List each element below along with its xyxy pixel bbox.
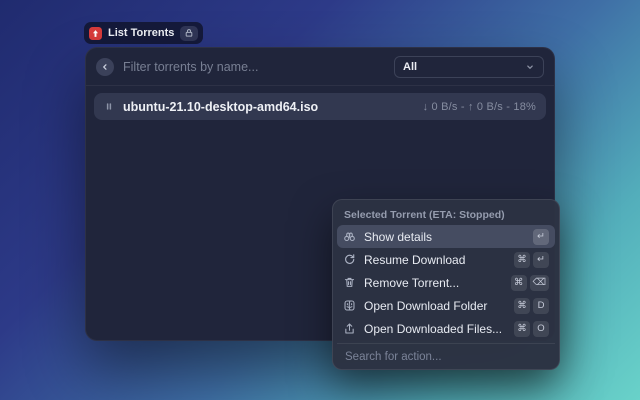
finder-icon [343, 299, 356, 312]
divider [86, 85, 554, 86]
trash-icon [343, 276, 356, 289]
action-open-downloaded-files[interactable]: Open Downloaded Files... ⌘ O [337, 317, 555, 340]
lock-icon [180, 25, 199, 41]
upload-icon [343, 322, 356, 335]
action-label: Open Download Folder [364, 298, 488, 313]
filter-input[interactable] [123, 60, 385, 74]
action-label: Open Downloaded Files... [364, 321, 503, 336]
key-cmd: ⌘ [514, 320, 530, 337]
transmission-icon [89, 26, 102, 40]
key-o: O [533, 320, 549, 337]
torrent-title: ubuntu-21.10-desktop-amd64.iso [123, 99, 319, 114]
action-remove-torrent[interactable]: Remove Torrent... ⌘ ⌫ [337, 271, 555, 294]
chevron-left-icon [103, 64, 107, 70]
key-cmd: ⌘ [514, 297, 530, 314]
command-chip[interactable]: List Torrents [84, 22, 204, 44]
key-return: ↵ [533, 251, 549, 268]
filter-dropdown[interactable]: All [394, 56, 544, 78]
back-button[interactable] [96, 58, 114, 76]
key-d: D [533, 297, 549, 314]
action-resume-download[interactable]: Resume Download ⌘ ↵ [337, 248, 555, 271]
search-bar: All [86, 48, 554, 85]
actions-section-title: Selected Torrent (ETA: Stopped) [344, 209, 505, 221]
action-label: Resume Download [364, 252, 466, 267]
key-cmd: ⌘ [514, 251, 530, 268]
chevron-down-icon [525, 62, 535, 72]
action-show-details[interactable]: Show details ↵ [337, 225, 555, 248]
key-return: ↵ [533, 228, 549, 245]
key-delete: ⌫ [529, 274, 549, 291]
action-label: Show details [364, 229, 433, 244]
torrent-list-item[interactable]: ubuntu-21.10-desktop-amd64.iso ↓ 0 B/s -… [94, 93, 546, 120]
key-cmd: ⌘ [510, 274, 527, 291]
refresh-icon [343, 253, 356, 266]
action-open-download-folder[interactable]: Open Download Folder ⌘ D [337, 294, 555, 317]
action-label: Remove Torrent... [364, 275, 460, 290]
filter-dropdown-value: All [403, 61, 418, 73]
command-chip-label: List Torrents [108, 27, 175, 39]
binoculars-icon [343, 230, 356, 243]
desktop: List Torrents All ubuntu-2 [0, 0, 640, 400]
action-search-input[interactable] [337, 344, 555, 369]
torrent-transfer-stats: ↓ 0 B/s - ↑ 0 B/s - 18% [422, 100, 536, 113]
pause-icon [104, 101, 114, 112]
actions-panel: Selected Torrent (ETA: Stopped) Show det… [332, 199, 560, 370]
